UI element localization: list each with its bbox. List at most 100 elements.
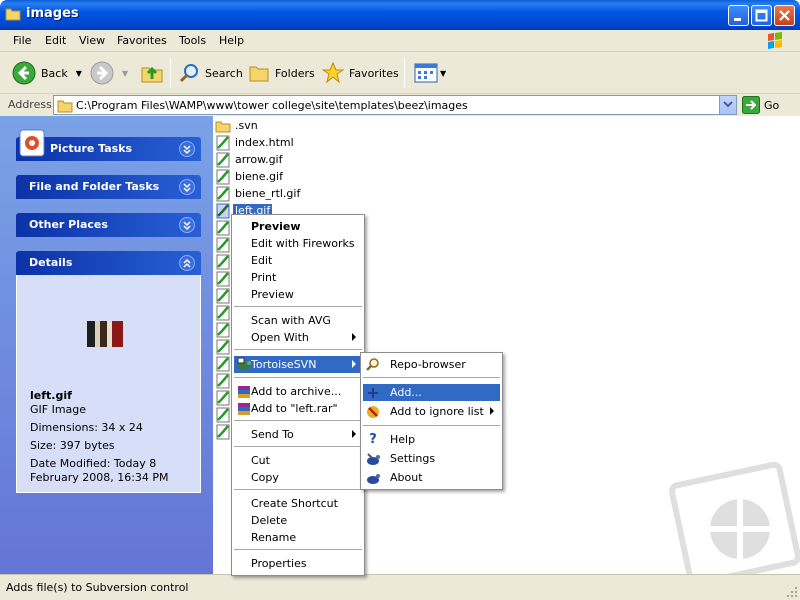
favorites-button[interactable]: Favorites (322, 60, 399, 86)
menu-item-help[interactable]: ? Help (363, 431, 500, 448)
menu-item-copy[interactable]: Copy (234, 469, 362, 486)
menu-file[interactable]: File (13, 34, 31, 47)
menu-help[interactable]: Help (219, 34, 244, 47)
close-icon (779, 10, 790, 21)
menu-item-rename[interactable]: Rename (234, 529, 362, 546)
menu-item-send-to[interactable]: Send To (234, 426, 362, 443)
menu-item-add-rar[interactable]: Add to "left.rar" (234, 400, 362, 417)
resize-grip-icon[interactable] (786, 586, 798, 598)
menu-favorites[interactable]: Favorites (117, 34, 167, 47)
svn-file-icon (216, 203, 230, 218)
tortoisesvn-icon (237, 357, 251, 370)
menu-tools[interactable]: Tools (179, 34, 206, 47)
detail-date-cont: February 2008, 16:34 PM (30, 471, 169, 484)
menu-item-properties[interactable]: Properties (234, 555, 362, 572)
folders-icon (249, 66, 269, 82)
detail-dimensions: Dimensions: 34 x 24 (30, 421, 143, 434)
picture-tasks-header[interactable]: Picture Tasks (16, 129, 201, 161)
menu-item-add[interactable]: Add... (363, 384, 500, 401)
status-text: Adds file(s) to Subversion control (6, 581, 189, 594)
chevron-down-icon[interactable] (179, 217, 195, 233)
svn-file-icon (216, 169, 230, 184)
back-dropdown-icon[interactable]: ▼ (76, 69, 82, 78)
details-header[interactable]: Details (16, 251, 201, 275)
menu-item-cut[interactable]: Cut (234, 452, 362, 469)
tortoisesvn-submenu: Repo-browser Add... Add to ignore list ?… (360, 352, 503, 490)
detail-size: Size: 397 bytes (30, 439, 115, 452)
address-input[interactable]: C:\Program Files\WAMP\www\tower college\… (53, 95, 737, 115)
menu-item-preview[interactable]: Preview (234, 286, 362, 303)
back-button[interactable]: Back ▼ (12, 60, 82, 86)
other-places-header[interactable]: Other Places (16, 213, 201, 237)
submenu-arrow-icon (352, 333, 356, 341)
toolbar-separator (404, 58, 405, 88)
maximize-button[interactable] (751, 5, 772, 26)
toolbar: Back ▼ ▼ Search Folders Favorites ▼ (0, 52, 800, 94)
submenu-arrow-icon (352, 430, 356, 438)
menu-separator (234, 349, 362, 350)
address-path: C:\Program Files\WAMP\www\tower college\… (76, 99, 468, 112)
menu-edit[interactable]: Edit (45, 34, 66, 47)
menu-item-print[interactable]: Print (234, 269, 362, 286)
file-folder-tasks-header[interactable]: File and Folder Tasks (16, 175, 201, 199)
forward-dropdown-icon[interactable]: ▼ (122, 69, 128, 78)
menu-item-scan-avg[interactable]: Scan with AVG (234, 312, 362, 329)
menu-item-repo-browser[interactable]: Repo-browser (363, 356, 500, 373)
add-icon (368, 388, 378, 398)
toolbar-separator (170, 58, 171, 88)
menu-separator (234, 377, 362, 378)
folders-button[interactable]: Folders (248, 60, 315, 86)
views-dropdown-icon: ▼ (440, 68, 447, 78)
winrar-icon (238, 386, 250, 398)
address-bar: Address C:\Program Files\WAMP\www\tower … (0, 94, 800, 116)
up-folder-button[interactable] (140, 60, 164, 86)
close-button[interactable] (774, 5, 795, 26)
address-dropdown-button[interactable] (719, 96, 736, 114)
detail-type: GIF Image (30, 403, 87, 416)
chevron-down-icon[interactable] (179, 141, 195, 157)
list-item[interactable]: .svn (215, 117, 260, 134)
menu-bar: File Edit View Favorites Tools Help (0, 30, 800, 52)
file-thumbnail (87, 321, 123, 347)
menu-view[interactable]: View (79, 34, 105, 47)
context-menu: Preview Edit with Fireworks Edit Print P… (231, 214, 365, 576)
picture-tasks-icon (19, 129, 45, 157)
menu-item-delete[interactable]: Delete (234, 512, 362, 529)
chevron-down-icon (723, 101, 733, 108)
chevron-up-icon[interactable] (179, 255, 195, 271)
menu-item-about[interactable]: About (363, 469, 500, 486)
menu-separator (234, 306, 362, 307)
list-item[interactable]: biene.gif (215, 168, 285, 185)
chevron-down-icon[interactable] (179, 179, 195, 195)
minimize-button[interactable] (728, 5, 749, 26)
menu-separator (234, 420, 362, 421)
menu-item-edit-fireworks[interactable]: Edit with Fireworks (234, 235, 362, 252)
menu-separator (234, 549, 362, 550)
menu-item-edit[interactable]: Edit (234, 252, 362, 269)
menu-separator (363, 425, 500, 426)
title-bar[interactable]: images (0, 0, 800, 30)
menu-item-add-archive[interactable]: Add to archive... (234, 383, 362, 400)
ignore-icon (367, 406, 379, 418)
search-button[interactable]: Search (178, 60, 243, 86)
menu-item-open-with[interactable]: Open With (234, 329, 362, 346)
folder-watermark-icon (668, 461, 800, 574)
back-arrow-icon (12, 61, 36, 85)
list-item[interactable]: arrow.gif (215, 151, 284, 168)
menu-item-create-shortcut[interactable]: Create Shortcut (234, 495, 362, 512)
forward-button[interactable]: ▼ (90, 60, 128, 86)
menu-item-preview-default[interactable]: Preview (234, 218, 362, 235)
folder-icon (215, 121, 231, 132)
menu-item-tortoisesvn[interactable]: TortoiseSVN (234, 356, 362, 373)
views-button[interactable]: ▼ (414, 60, 446, 86)
menu-item-add-ignore[interactable]: Add to ignore list (363, 403, 500, 420)
go-button[interactable]: Go (742, 95, 779, 115)
menu-item-settings[interactable]: Settings (363, 450, 500, 467)
list-item[interactable]: biene_rtl.gif (215, 185, 302, 202)
up-folder-icon (141, 66, 163, 83)
list-item[interactable]: index.html (215, 134, 296, 151)
menu-separator (363, 377, 500, 378)
help-icon: ? (369, 432, 377, 447)
svn-file-icon (216, 135, 230, 150)
svn-file-icon (216, 152, 230, 167)
